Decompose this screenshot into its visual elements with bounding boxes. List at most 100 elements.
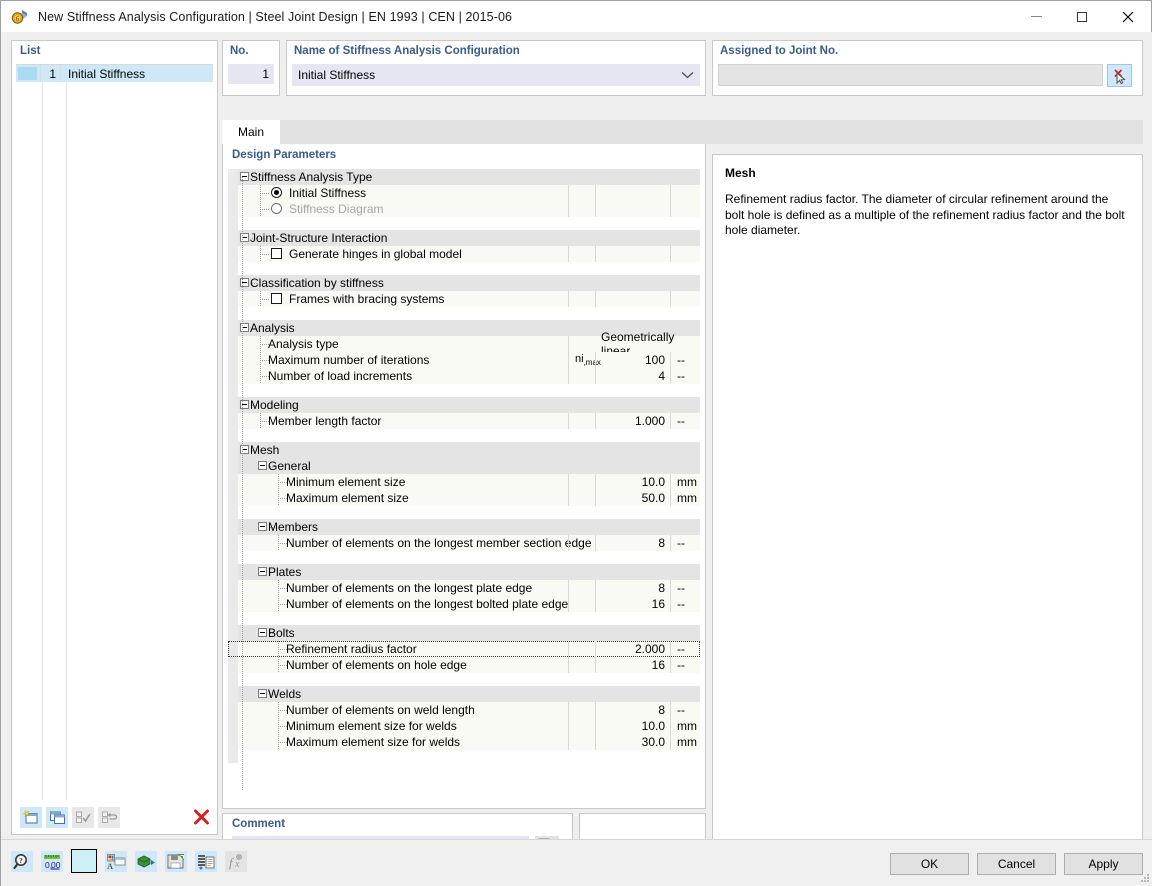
unit-cell: mm: [670, 474, 700, 490]
import-icon[interactable]: [135, 850, 157, 872]
parameter-row[interactable]: Minimum element size 10.0 mm: [228, 474, 700, 490]
value-cell[interactable]: 2.000: [595, 641, 670, 657]
value-cell[interactable]: 16: [595, 657, 670, 673]
row-label: Bolts: [268, 626, 295, 640]
svg-text:x: x: [234, 859, 240, 870]
unit-cell: --: [670, 657, 700, 673]
unit-cell: --: [670, 580, 700, 596]
assigned-input[interactable]: [718, 64, 1103, 86]
name-value: Initial Stiffness: [298, 68, 376, 82]
row-label: Generate hinges in global model: [289, 247, 462, 261]
unit-cell: --: [670, 368, 700, 384]
parameter-row[interactable]: Initial Stiffness: [228, 185, 700, 201]
group-row[interactable]: Members: [228, 519, 700, 535]
bottom-toolbar: ? 0, 00 A f x: [11, 849, 247, 873]
collapse-icon[interactable]: [258, 628, 267, 637]
row-label: Maximum element size: [286, 491, 409, 505]
tab-main[interactable]: Main: [222, 120, 280, 144]
parameter-row[interactable]: Minimum element size for welds 10.0 mm: [228, 718, 700, 734]
value-cell[interactable]: Geometrically linear: [595, 330, 700, 358]
unit-cell: --: [670, 702, 700, 718]
group-row[interactable]: Modeling: [228, 397, 700, 413]
svg-text:A: A: [107, 861, 114, 870]
radio-button[interactable]: [271, 187, 282, 198]
parameter-row[interactable]: Number of load increments 4 --: [228, 368, 700, 384]
parameter-row[interactable]: Number of elements on weld length 8 --: [228, 702, 700, 718]
tree-line: [260, 193, 269, 194]
minimize-button[interactable]: [1013, 1, 1059, 32]
group-row[interactable]: Welds: [228, 686, 700, 702]
parameter-row[interactable]: Generate hinges in global model: [228, 246, 700, 262]
value-cell[interactable]: 4: [595, 368, 670, 384]
value-cell[interactable]: 10.0: [595, 474, 670, 490]
group-row[interactable]: Mesh: [228, 442, 700, 458]
radio-button[interactable]: [271, 203, 282, 214]
group-row[interactable]: Stiffness Analysis Type: [228, 169, 700, 185]
parameter-row[interactable]: Number of elements on hole edge 16 --: [228, 657, 700, 673]
number-input[interactable]: 1: [228, 64, 274, 84]
dialog-body: List 1 Initial Stiffness No. 1 Name of S…: [1, 32, 1152, 860]
parameters-grid[interactable]: Stiffness Analysis Type Initial Stiffness…: [228, 169, 700, 804]
checkbox[interactable]: [271, 293, 282, 304]
collapse-icon[interactable]: [258, 461, 267, 470]
color-swatch-icon[interactable]: [71, 849, 97, 873]
value-cell[interactable]: 30.0: [595, 734, 670, 750]
value-cell[interactable]: 50.0: [595, 490, 670, 506]
apply-button[interactable]: Apply: [1064, 853, 1143, 875]
delete-item-button[interactable]: [190, 807, 212, 828]
value-cell[interactable]: 10.0: [595, 718, 670, 734]
parameter-row[interactable]: Number of elements on the longest plate …: [228, 580, 700, 596]
row-label: Mesh: [250, 443, 280, 457]
value-cell[interactable]: 1.000: [595, 413, 670, 429]
value-cell[interactable]: 100: [595, 352, 670, 368]
collapse-icon[interactable]: [258, 567, 267, 576]
name-combobox[interactable]: Initial Stiffness: [292, 64, 700, 86]
maximize-button[interactable]: [1059, 1, 1105, 32]
parameter-row[interactable]: Analysis type Geometrically linear: [228, 330, 700, 358]
display-properties-icon[interactable]: A: [105, 850, 127, 872]
parameter-row[interactable]: Member length factor 1.000 --: [228, 413, 700, 429]
row-label: Refinement radius factor: [286, 642, 417, 656]
group-row[interactable]: Bolts: [228, 625, 700, 641]
parameter-row[interactable]: Number of elements on the longest member…: [228, 535, 700, 551]
unit-cell: [670, 246, 700, 262]
save-config-icon[interactable]: [165, 850, 187, 872]
spacer-row: [228, 307, 700, 320]
value-cell[interactable]: 8: [595, 580, 670, 596]
group-row[interactable]: General: [228, 458, 700, 474]
new-item-button[interactable]: [20, 806, 42, 828]
checkbox[interactable]: [271, 248, 282, 259]
group-row[interactable]: Classification by stiffness: [228, 275, 700, 291]
ok-button[interactable]: OK: [890, 853, 969, 875]
cancel-button[interactable]: Cancel: [977, 853, 1056, 875]
list-toolbar: [16, 802, 213, 832]
parameter-row[interactable]: Stiffness Diagram: [228, 201, 700, 217]
parameter-row[interactable]: Maximum element size 50.0 mm: [228, 490, 700, 506]
collapse-icon[interactable]: [258, 689, 267, 698]
parameter-row[interactable]: Refinement radius factor 2.000 --: [228, 641, 700, 657]
parameter-row[interactable]: Frames with bracing systems: [228, 291, 700, 307]
copy-item-button[interactable]: [46, 806, 68, 828]
parameter-row[interactable]: Number of elements on the longest bolted…: [228, 596, 700, 612]
value-cell[interactable]: 8: [595, 702, 670, 718]
units-decimals-icon[interactable]: 0, 00: [41, 850, 63, 872]
close-icon[interactable]: [1105, 1, 1151, 32]
group-row[interactable]: Joint-Structure Interaction: [228, 230, 700, 246]
parameter-row[interactable]: Maximum number of iterations ni,max 100 --: [228, 352, 700, 368]
spacer-row: [228, 384, 700, 397]
chevron-down-icon[interactable]: [681, 64, 694, 86]
spacer-row: [228, 673, 700, 686]
zoom-info-icon[interactable]: ?: [11, 850, 33, 872]
parameter-row[interactable]: Maximum element size for welds 30.0 mm: [228, 734, 700, 750]
collapse-icon[interactable]: [258, 522, 267, 531]
select-joint-button[interactable]: [1107, 64, 1132, 87]
copy-list-icon[interactable]: [195, 850, 217, 872]
value-cell[interactable]: 16: [595, 596, 670, 612]
group-row[interactable]: Plates: [228, 564, 700, 580]
list-item[interactable]: 1 Initial Stiffness: [16, 65, 213, 82]
row-label: Initial Stiffness: [289, 186, 367, 200]
design-parameters-title: Design Parameters: [232, 149, 337, 161]
comment-label: Comment: [232, 818, 286, 830]
value-cell[interactable]: 8: [595, 535, 670, 551]
resize-grip[interactable]: [1141, 874, 1150, 883]
